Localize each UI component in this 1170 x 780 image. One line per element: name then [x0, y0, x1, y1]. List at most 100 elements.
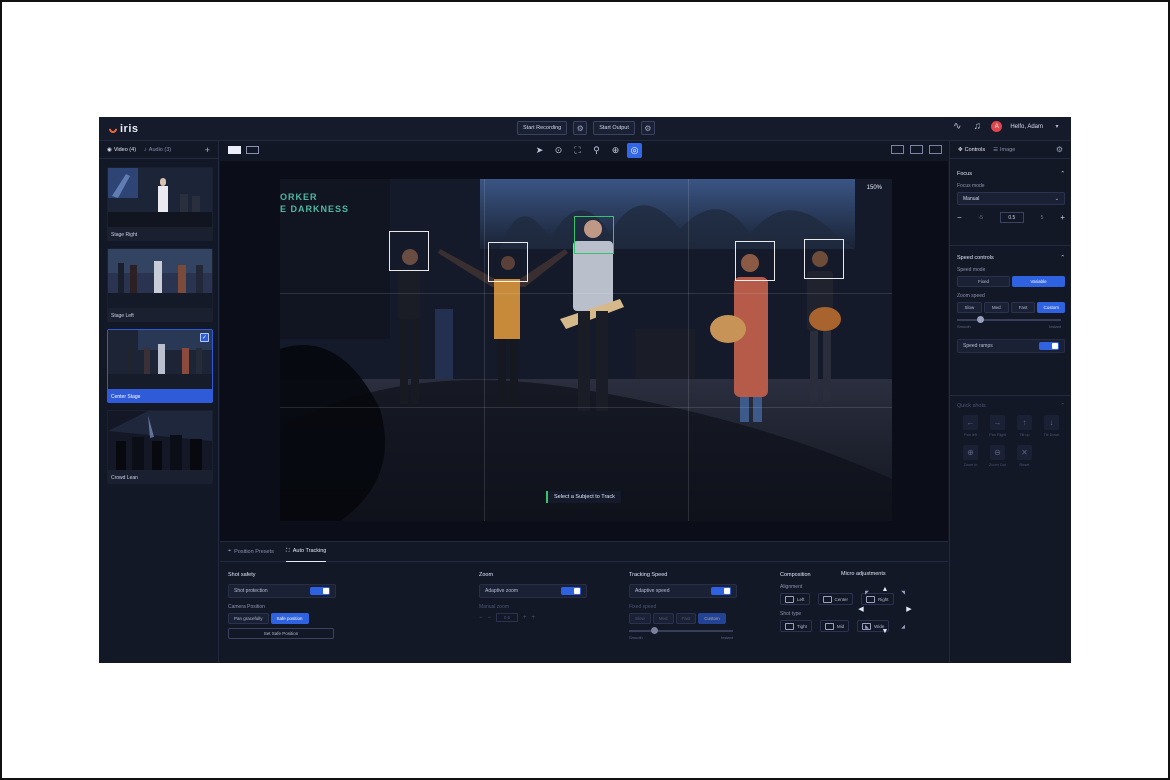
camera-card-stage-right[interactable]: Stage Right: [107, 167, 213, 241]
camera-card-stage-left[interactable]: Stage Left: [107, 248, 213, 322]
mic-icon: ♪: [144, 146, 147, 153]
zoom-speed-slow[interactable]: Slow: [957, 302, 982, 313]
step-minus-5[interactable]: -5: [979, 215, 983, 221]
frame-select-icon[interactable]: ⛶: [570, 143, 585, 158]
output-settings-gear-icon[interactable]: ⚙: [640, 121, 655, 135]
arrow-up-left-icon[interactable]: ◤: [861, 587, 873, 599]
grid-layout-icon[interactable]: [891, 145, 904, 154]
zoom-out-icon: ⊖: [990, 445, 1005, 460]
minus-small-icon[interactable]: −: [488, 615, 492, 621]
shot-protection-toggle[interactable]: [310, 587, 330, 595]
plus-small-icon[interactable]: +: [523, 615, 527, 621]
manual-zoom-label: Manual zoom: [479, 604, 510, 610]
quick-shot-tilt-up[interactable]: ↑ Tilt up: [1011, 415, 1038, 437]
quick-shots-header[interactable]: Quick shots ⌃: [957, 403, 1065, 409]
live-video-feed[interactable]: ORKER E DARKNESS 150% Select a Subject t…: [280, 179, 892, 521]
subject-frame[interactable]: [735, 241, 775, 281]
chevron-down-icon[interactable]: ▾: [1051, 123, 1063, 130]
camera-card-crowd-lean[interactable]: Crowd Lean: [107, 410, 213, 484]
bell-icon[interactable]: ♫: [971, 121, 983, 132]
shot-tight-button[interactable]: Tight: [780, 620, 812, 632]
minus-icon[interactable]: −: [479, 615, 483, 621]
focus-mode-value: Manual: [963, 195, 980, 202]
zoom-speed-label: Zoom speed: [957, 293, 985, 299]
zoom-speed-fast[interactable]: Fast: [1010, 302, 1036, 313]
pointer-icon[interactable]: ➤: [532, 143, 547, 158]
start-recording-button[interactable]: Start Recording: [517, 121, 568, 135]
tab-video[interactable]: ◉ Video (4): [107, 147, 136, 153]
speed-ramps-toggle[interactable]: [1039, 342, 1059, 350]
adaptive-speed-toggle[interactable]: [711, 587, 731, 595]
quick-shot-zoom-in[interactable]: ⊕ Zoom in: [957, 445, 984, 467]
tracking-speed-slider[interactable]: [629, 627, 733, 634]
camera-position-segment: Pan gracefully Safe position: [228, 613, 336, 624]
arrow-up-icon[interactable]: ▲: [879, 583, 891, 595]
slider-knob[interactable]: [651, 627, 658, 634]
zoom-speed-med[interactable]: Med: [983, 302, 1009, 313]
speed-med-option[interactable]: Med: [652, 613, 674, 624]
subject-frame[interactable]: [804, 239, 844, 279]
subject-frame[interactable]: [389, 231, 429, 271]
adaptive-zoom-toggle[interactable]: [561, 587, 581, 595]
arrow-up-right-icon[interactable]: ◥: [897, 587, 909, 599]
zoom-icon[interactable]: ⊕: [608, 143, 623, 158]
zoom-speed-custom[interactable]: Custom: [1037, 302, 1065, 313]
arrow-right-icon[interactable]: ▶: [903, 603, 915, 615]
tab-position-presets[interactable]: ⌖ Position Presets: [228, 542, 274, 562]
zoom-speed-slider[interactable]: [957, 316, 1061, 323]
align-left-button[interactable]: Left: [780, 593, 810, 605]
arrow-down-right-icon[interactable]: ◢: [897, 621, 909, 633]
tab-auto-tracking[interactable]: ⛶ Auto Tracking: [285, 542, 327, 562]
speed-slow-option[interactable]: Slow: [629, 613, 651, 624]
quick-shot-zoom-out[interactable]: ⊖ Zoom Out: [984, 445, 1011, 467]
quad-layout-icon[interactable]: [910, 145, 923, 154]
tracked-subject-frame[interactable]: [574, 216, 614, 254]
arrow-left-icon[interactable]: ◀: [855, 603, 867, 615]
quick-shot-tilt-down[interactable]: ↓ Tilt Down: [1038, 415, 1065, 437]
slider-knob[interactable]: [977, 316, 984, 323]
user-name[interactable]: Helfo, Adam: [1010, 124, 1043, 130]
manual-zoom-value[interactable]: 0.5: [496, 613, 519, 622]
minus-icon[interactable]: −: [957, 213, 962, 222]
safe-position-option[interactable]: Safe position: [270, 613, 309, 624]
quick-shot-pan-right[interactable]: → Pan Right: [984, 415, 1011, 437]
chevron-up-icon: ⌃: [1060, 403, 1065, 409]
single-view-button[interactable]: [228, 146, 241, 154]
single-layout-icon[interactable]: [929, 145, 942, 154]
quick-shot-reset[interactable]: ✕ Reset: [1011, 445, 1038, 467]
focus-mode-select[interactable]: Manual ⌄: [957, 192, 1065, 205]
recording-settings-gear-icon[interactable]: ⚙: [573, 121, 588, 135]
arrow-left-icon: ←: [963, 415, 978, 430]
focus-header[interactable]: Focus ⌃: [957, 171, 1065, 177]
tab-image[interactable]: ☰ Image: [993, 141, 1015, 159]
multi-view-button[interactable]: [246, 146, 259, 154]
speed-custom-option[interactable]: Custom: [698, 613, 726, 624]
start-output-button[interactable]: Start Output: [593, 121, 635, 135]
quick-shot-pan-left[interactable]: ← Pan left: [957, 415, 984, 437]
settings-gear-icon[interactable]: ⚙: [1056, 145, 1063, 154]
video-stage: ORKER E DARKNESS 150% Select a Subject t…: [220, 161, 948, 541]
plus-icon[interactable]: +: [1060, 213, 1065, 222]
avatar[interactable]: A: [991, 121, 1003, 132]
step-plus-5[interactable]: 5: [1041, 215, 1044, 221]
speed-header[interactable]: Speed controls ⌃: [957, 255, 1065, 261]
arrow-down-left-icon[interactable]: ◣: [861, 621, 873, 633]
subject-frame[interactable]: [488, 242, 528, 282]
sources-sidebar: ◉ Video (4) ♪ Audio (3) + Stage Right St…: [99, 141, 219, 663]
speed-mode-variable[interactable]: Variable: [1012, 276, 1065, 287]
focus-value[interactable]: 0.5: [999, 212, 1024, 223]
tilt-joystick-icon[interactable]: ⚲: [589, 143, 604, 158]
activity-icon[interactable]: ∿: [951, 121, 963, 132]
speed-fast-option[interactable]: Fast: [675, 613, 697, 624]
speed-mode-fixed[interactable]: Fixed: [957, 276, 1010, 287]
tab-controls[interactable]: ✥ Controls: [958, 141, 985, 159]
pan-gracefully-option[interactable]: Pan gracefully: [228, 613, 269, 624]
focus-target-icon[interactable]: ⊙: [551, 143, 566, 158]
tab-audio[interactable]: ♪ Audio (3): [144, 147, 171, 153]
plus-icon[interactable]: +: [532, 615, 536, 621]
arrow-down-icon[interactable]: ▼: [879, 625, 891, 637]
set-safe-position-button[interactable]: Set Safe Position: [228, 628, 334, 639]
add-source-icon[interactable]: +: [205, 145, 210, 155]
auto-track-icon[interactable]: ◎: [627, 143, 642, 158]
camera-card-center-stage[interactable]: ✓ Center Stage: [107, 329, 213, 403]
